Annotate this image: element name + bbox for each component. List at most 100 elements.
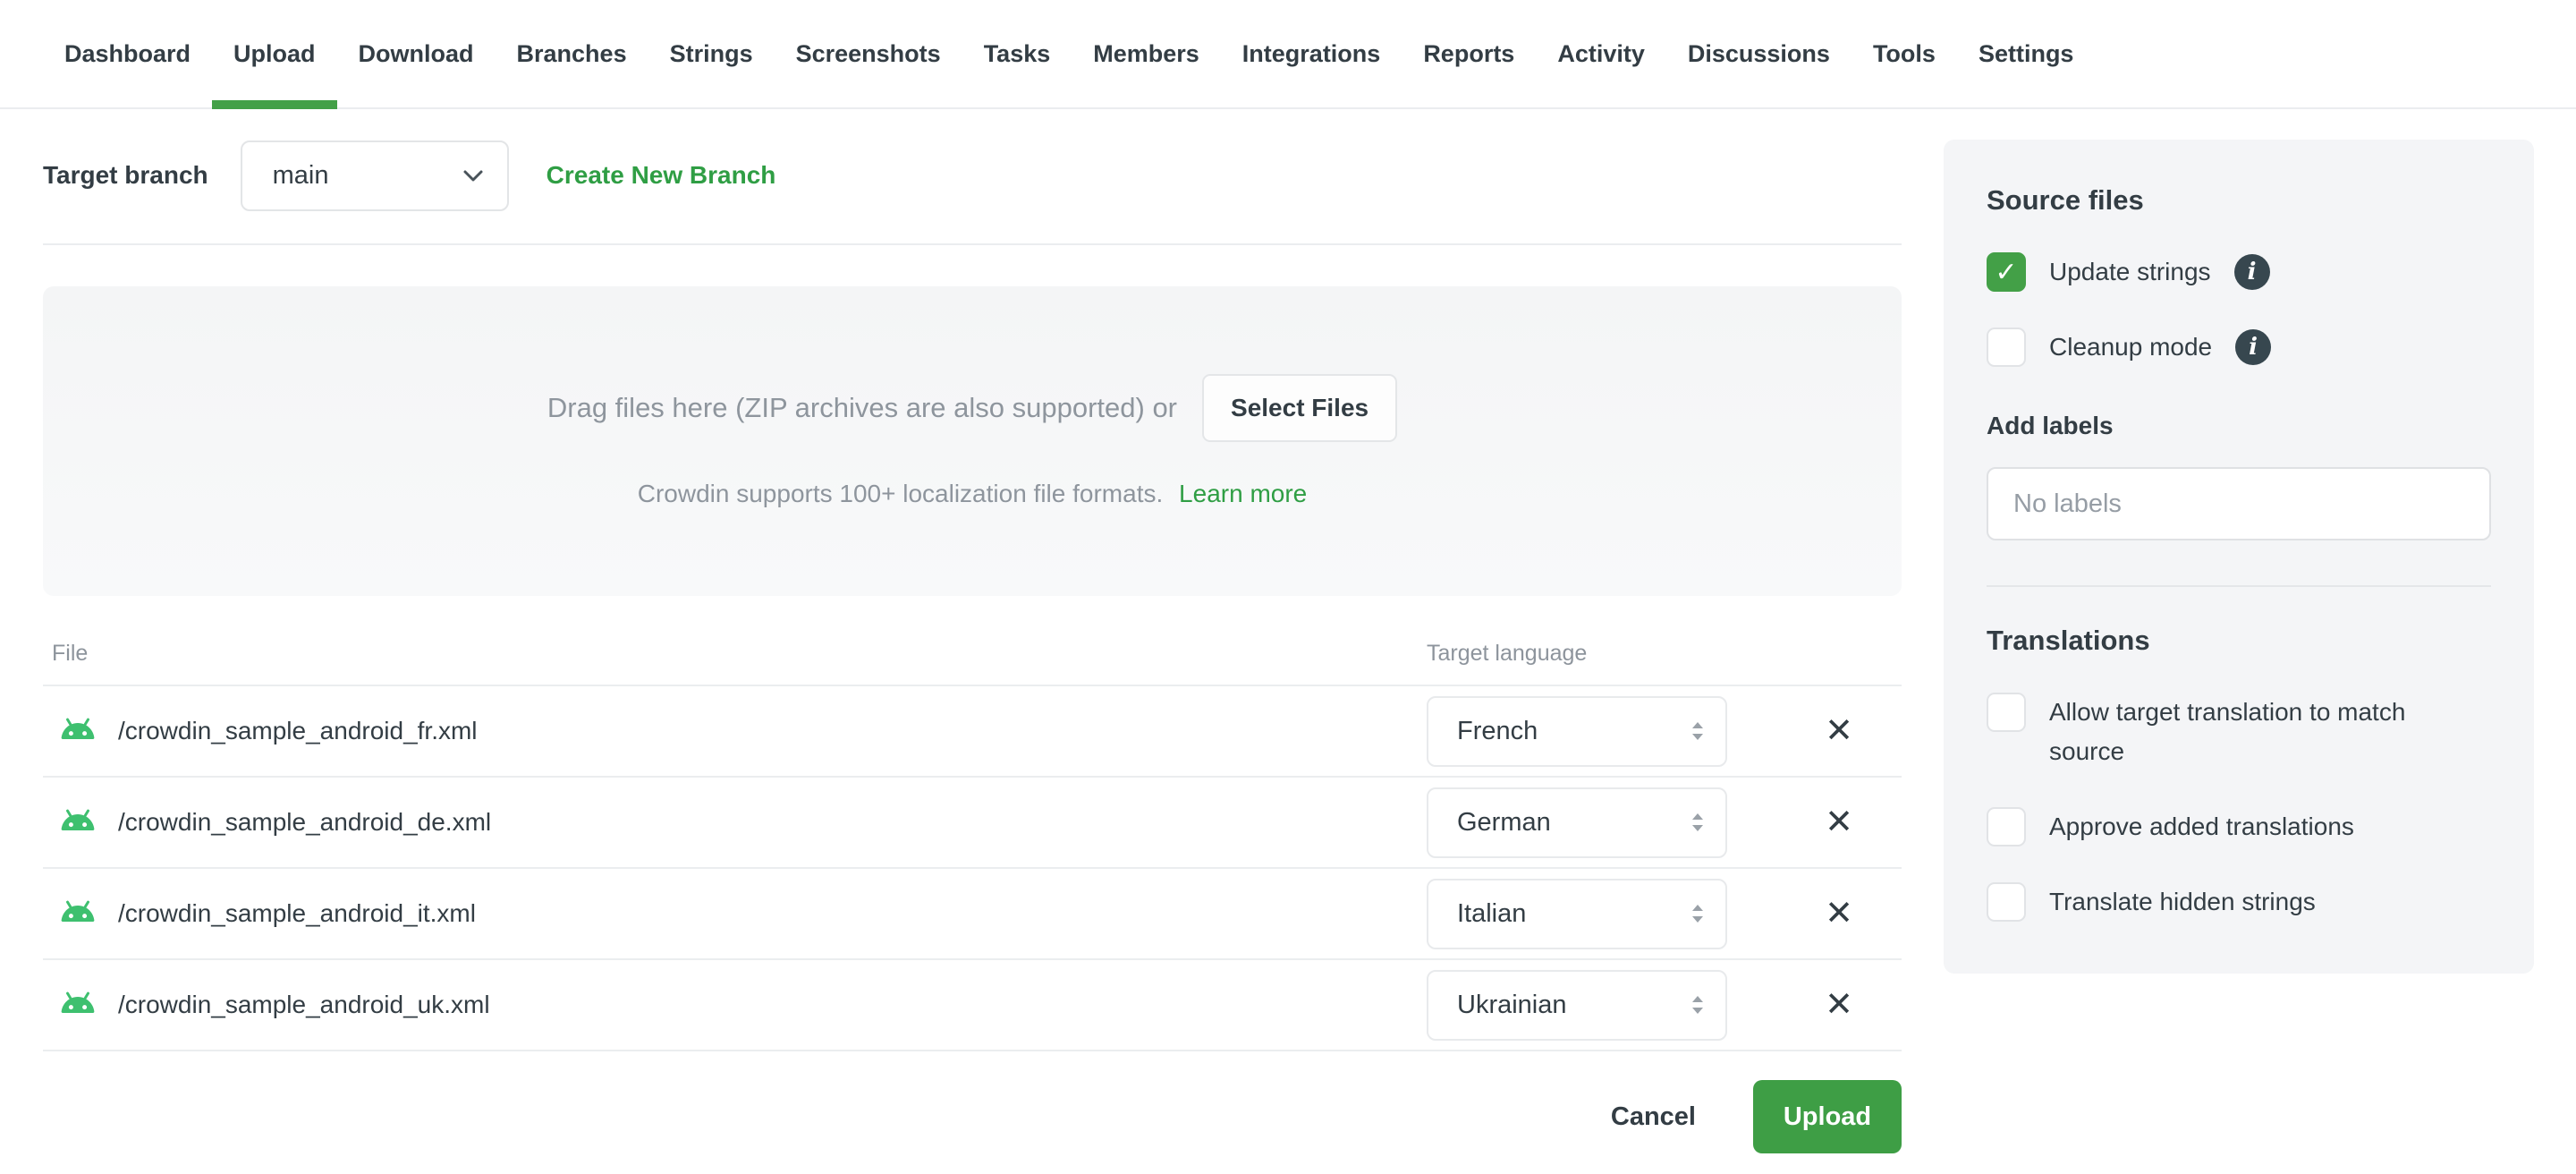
nav-item-reports[interactable]: Reports: [1402, 0, 1536, 107]
nav-item-dashboard[interactable]: Dashboard: [43, 0, 212, 107]
android-icon: [61, 809, 95, 830]
close-icon: ✕: [1825, 986, 1853, 1024]
file-cell: /crowdin_sample_android_fr.xml: [43, 717, 1427, 745]
approve-translations-checkbox[interactable]: ✓: [1987, 807, 2026, 846]
chevron-down-icon: [463, 170, 483, 181]
nav-item-tools[interactable]: Tools: [1852, 0, 1957, 107]
translate-hidden-checkbox[interactable]: ✓: [1987, 882, 2026, 922]
nav-item-screenshots[interactable]: Screenshots: [775, 0, 962, 107]
nav-item-branches[interactable]: Branches: [496, 0, 648, 107]
translations-title: Translations: [1987, 625, 2150, 656]
option-row-translate-hidden: ✓ Translate hidden strings: [1987, 882, 2491, 922]
column-header-target-language: Target language: [1427, 641, 1588, 666]
drag-files-text: Drag files here (ZIP archives are also s…: [547, 392, 1178, 423]
approve-translations-label: Approve added translations: [2049, 812, 2354, 840]
target-language-select[interactable]: French: [1427, 695, 1727, 767]
file-cell: /crowdin_sample_android_de.xml: [43, 808, 1427, 837]
learn-more-link[interactable]: Learn more: [1179, 480, 1307, 507]
option-row-update-strings: ✓ Update strings i: [1987, 252, 2491, 292]
create-new-branch-link[interactable]: Create New Branch: [547, 161, 776, 190]
nav-item-activity[interactable]: Activity: [1536, 0, 1666, 107]
update-strings-checkbox[interactable]: ✓: [1987, 252, 2026, 292]
sidebar-divider: [1987, 585, 2491, 587]
option-row-cleanup-mode: ✓ Cleanup mode i: [1987, 328, 2491, 367]
file-dropzone[interactable]: Drag files here (ZIP archives are also s…: [43, 286, 1902, 596]
target-language-select[interactable]: Italian: [1427, 878, 1727, 949]
remove-file-button[interactable]: ✕: [1818, 984, 1860, 1025]
cancel-button[interactable]: Cancel: [1611, 1102, 1696, 1132]
nav-item-strings[interactable]: Strings: [648, 0, 775, 107]
upload-options-panel: Source files ✓ Update strings i ✓ Cleanu…: [1944, 140, 2534, 974]
close-icon: ✕: [1825, 804, 1853, 841]
nav-item-download[interactable]: Download: [337, 0, 496, 107]
language-cell: German ✕: [1427, 787, 1902, 858]
upload-content: Target branch main Create New Branch Dra…: [43, 109, 1902, 1153]
table-row: /crowdin_sample_android_it.xml Italian ✕: [43, 869, 1902, 960]
sort-arrows-icon: [1692, 722, 1703, 740]
allow-match-source-label: Allow target translation to match source: [2049, 698, 2406, 765]
close-icon: ✕: [1825, 712, 1853, 750]
target-branch-row: Target branch main Create New Branch: [43, 140, 1902, 211]
remove-file-button[interactable]: ✕: [1818, 710, 1860, 752]
target-branch-select[interactable]: main: [240, 140, 509, 211]
nav-item-members[interactable]: Members: [1072, 0, 1221, 107]
file-name: /crowdin_sample_android_it.xml: [118, 899, 476, 927]
file-name: /crowdin_sample_android_uk.xml: [118, 991, 490, 1018]
target-branch-value: main: [272, 160, 329, 190]
target-language-value: German: [1457, 807, 1551, 837]
android-icon: [61, 900, 95, 922]
sort-arrows-icon: [1692, 905, 1703, 923]
target-language-select[interactable]: German: [1427, 787, 1727, 858]
files-table: File Target language /crowdin_sample_and…: [43, 630, 1902, 1051]
dropzone-line1: Drag files here (ZIP archives are also s…: [547, 374, 1398, 442]
remove-file-button[interactable]: ✕: [1818, 893, 1860, 934]
language-cell: French ✕: [1427, 695, 1902, 767]
file-name: /crowdin_sample_android_fr.xml: [118, 717, 478, 744]
target-language-value: Ukrainian: [1457, 990, 1567, 1019]
update-strings-label: Update strings: [2049, 258, 2211, 285]
allow-match-source-checkbox[interactable]: ✓: [1987, 693, 2026, 732]
android-icon: [61, 991, 95, 1013]
table-row: /crowdin_sample_android_uk.xml Ukrainian…: [43, 960, 1902, 1051]
upload-button[interactable]: Upload: [1753, 1080, 1902, 1153]
nav-item-settings[interactable]: Settings: [1957, 0, 2096, 107]
sort-arrows-icon: [1692, 813, 1703, 831]
language-cell: Italian ✕: [1427, 878, 1902, 949]
nav-item-upload[interactable]: Upload: [212, 0, 337, 109]
target-language-select[interactable]: Ukrainian: [1427, 969, 1727, 1041]
table-row: /crowdin_sample_android_de.xml German ✕: [43, 778, 1902, 869]
page-body: Target branch main Create New Branch Dra…: [0, 109, 2576, 1153]
source-files-title: Source files: [1987, 184, 2144, 216]
file-cell: /crowdin_sample_android_uk.xml: [43, 991, 1427, 1019]
info-icon[interactable]: i: [2233, 254, 2270, 290]
nav-item-tasks[interactable]: Tasks: [962, 0, 1072, 107]
labels-input[interactable]: [1987, 467, 2491, 540]
translate-hidden-label: Translate hidden strings: [2049, 888, 2316, 915]
target-language-value: Italian: [1457, 898, 1527, 928]
add-labels-title: Add labels: [1987, 412, 2114, 439]
select-files-button[interactable]: Select Files: [1202, 374, 1398, 442]
option-row-approve-translations: ✓ Approve added translations: [1987, 807, 2491, 846]
option-row-allow-match-source: ✓ Allow target translation to match sour…: [1987, 693, 2491, 771]
close-icon: ✕: [1825, 895, 1853, 932]
nav-item-discussions[interactable]: Discussions: [1666, 0, 1852, 107]
dropzone-line2: Crowdin supports 100+ localization file …: [638, 480, 1307, 508]
target-branch-label: Target branch: [43, 161, 208, 189]
nav-item-integrations[interactable]: Integrations: [1221, 0, 1402, 107]
main-nav: Dashboard Upload Download Branches Strin…: [0, 0, 2576, 109]
remove-file-button[interactable]: ✕: [1818, 802, 1860, 843]
table-row: /crowdin_sample_android_fr.xml French ✕: [43, 686, 1902, 778]
cleanup-mode-checkbox[interactable]: ✓: [1987, 328, 2026, 367]
file-cell: /crowdin_sample_android_it.xml: [43, 899, 1427, 928]
column-header-file: File: [52, 641, 89, 666]
language-cell: Ukrainian ✕: [1427, 969, 1902, 1041]
target-language-value: French: [1457, 716, 1538, 745]
formats-text: Crowdin supports 100+ localization file …: [637, 480, 1164, 507]
footer-actions: Cancel Upload: [43, 1080, 1902, 1153]
android-icon: [61, 718, 95, 739]
file-name: /crowdin_sample_android_de.xml: [118, 808, 492, 836]
section-divider: [43, 243, 1902, 245]
table-header: File Target language: [43, 630, 1902, 686]
cleanup-mode-label: Cleanup mode: [2049, 333, 2213, 361]
info-icon[interactable]: i: [2235, 329, 2272, 365]
